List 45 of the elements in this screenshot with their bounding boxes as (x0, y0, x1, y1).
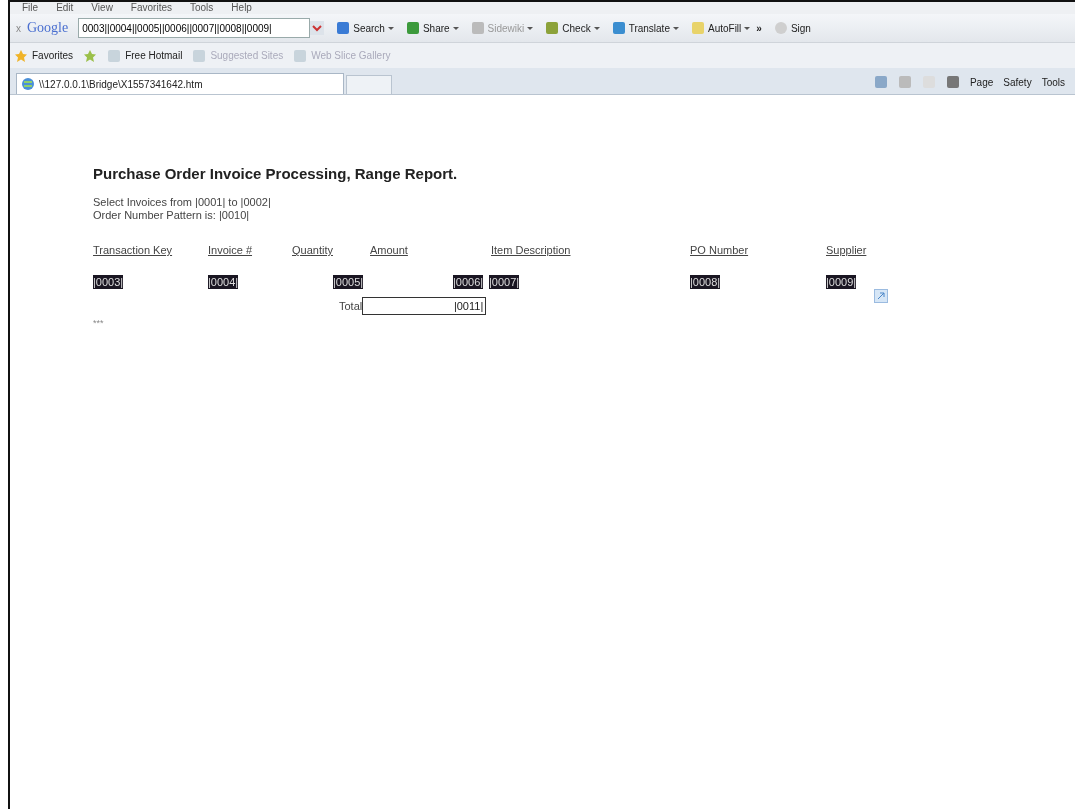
command-button[interactable]: Page (969, 76, 994, 88)
footer-mark: *** (93, 318, 105, 328)
total-label: Total (339, 300, 363, 312)
search-field[interactable]: 0003||0004||0005||0006||0007||0008||0009| (78, 18, 311, 38)
report-title: Purchase Order Invoice Processing, Range Report. (93, 165, 459, 182)
favorites-button[interactable]: Favorites (14, 48, 74, 63)
column-header[interactable]: Invoice # (208, 244, 253, 256)
total-field: |0011| (362, 297, 487, 315)
column-header[interactable]: Item Description (491, 244, 571, 256)
favorite-link[interactable]: Free Hotmail (107, 48, 183, 63)
column-header[interactable]: Transaction Key (93, 244, 173, 256)
menu-item[interactable]: Edit (56, 2, 74, 14)
column-header[interactable]: Supplier (826, 244, 867, 256)
expand-icon (874, 289, 888, 303)
square-icon (545, 21, 560, 35)
toolbar-button[interactable]: Translate (611, 21, 679, 35)
menu-item[interactable]: File (22, 2, 39, 14)
column-header[interactable]: PO Number (690, 244, 749, 256)
star-icon (14, 48, 28, 63)
square-icon (611, 21, 626, 35)
toolbar-button[interactable]: Share (405, 21, 459, 35)
star-add-icon (83, 48, 98, 63)
command-button[interactable]: Tools (1041, 76, 1065, 88)
report-line: Select Invoices from |0001| to |0002| (93, 196, 272, 209)
square-icon (690, 21, 705, 35)
column-header[interactable]: Amount (370, 244, 408, 256)
toolbar-button[interactable]: Check (545, 21, 600, 35)
browser-tab[interactable]: \\127.0.0.1\Bridge\X1557341642.htm (16, 73, 344, 94)
menu-item[interactable]: Tools (190, 2, 214, 14)
globe-icon (21, 77, 35, 91)
more-button[interactable]: » (756, 22, 762, 34)
toolbar-button[interactable]: AutoFill (690, 21, 751, 35)
dropdown-button-icon[interactable] (310, 21, 325, 35)
menu-item[interactable]: Help (231, 2, 252, 14)
menu-item[interactable]: View (91, 2, 113, 14)
circle-icon (773, 21, 788, 35)
menu-item[interactable]: Favorites (130, 2, 172, 14)
report-line: Order Number Pattern is: |0010| (93, 209, 251, 222)
square-icon (405, 21, 420, 35)
google-logo: Google (27, 20, 69, 36)
sign-in-button[interactable]: Sign (773, 21, 811, 35)
toolbar-button[interactable]: Search (336, 21, 394, 35)
command-button[interactable]: Safety (1003, 76, 1032, 88)
square-icon (470, 21, 485, 35)
column-header[interactable]: Quantity (292, 244, 333, 256)
